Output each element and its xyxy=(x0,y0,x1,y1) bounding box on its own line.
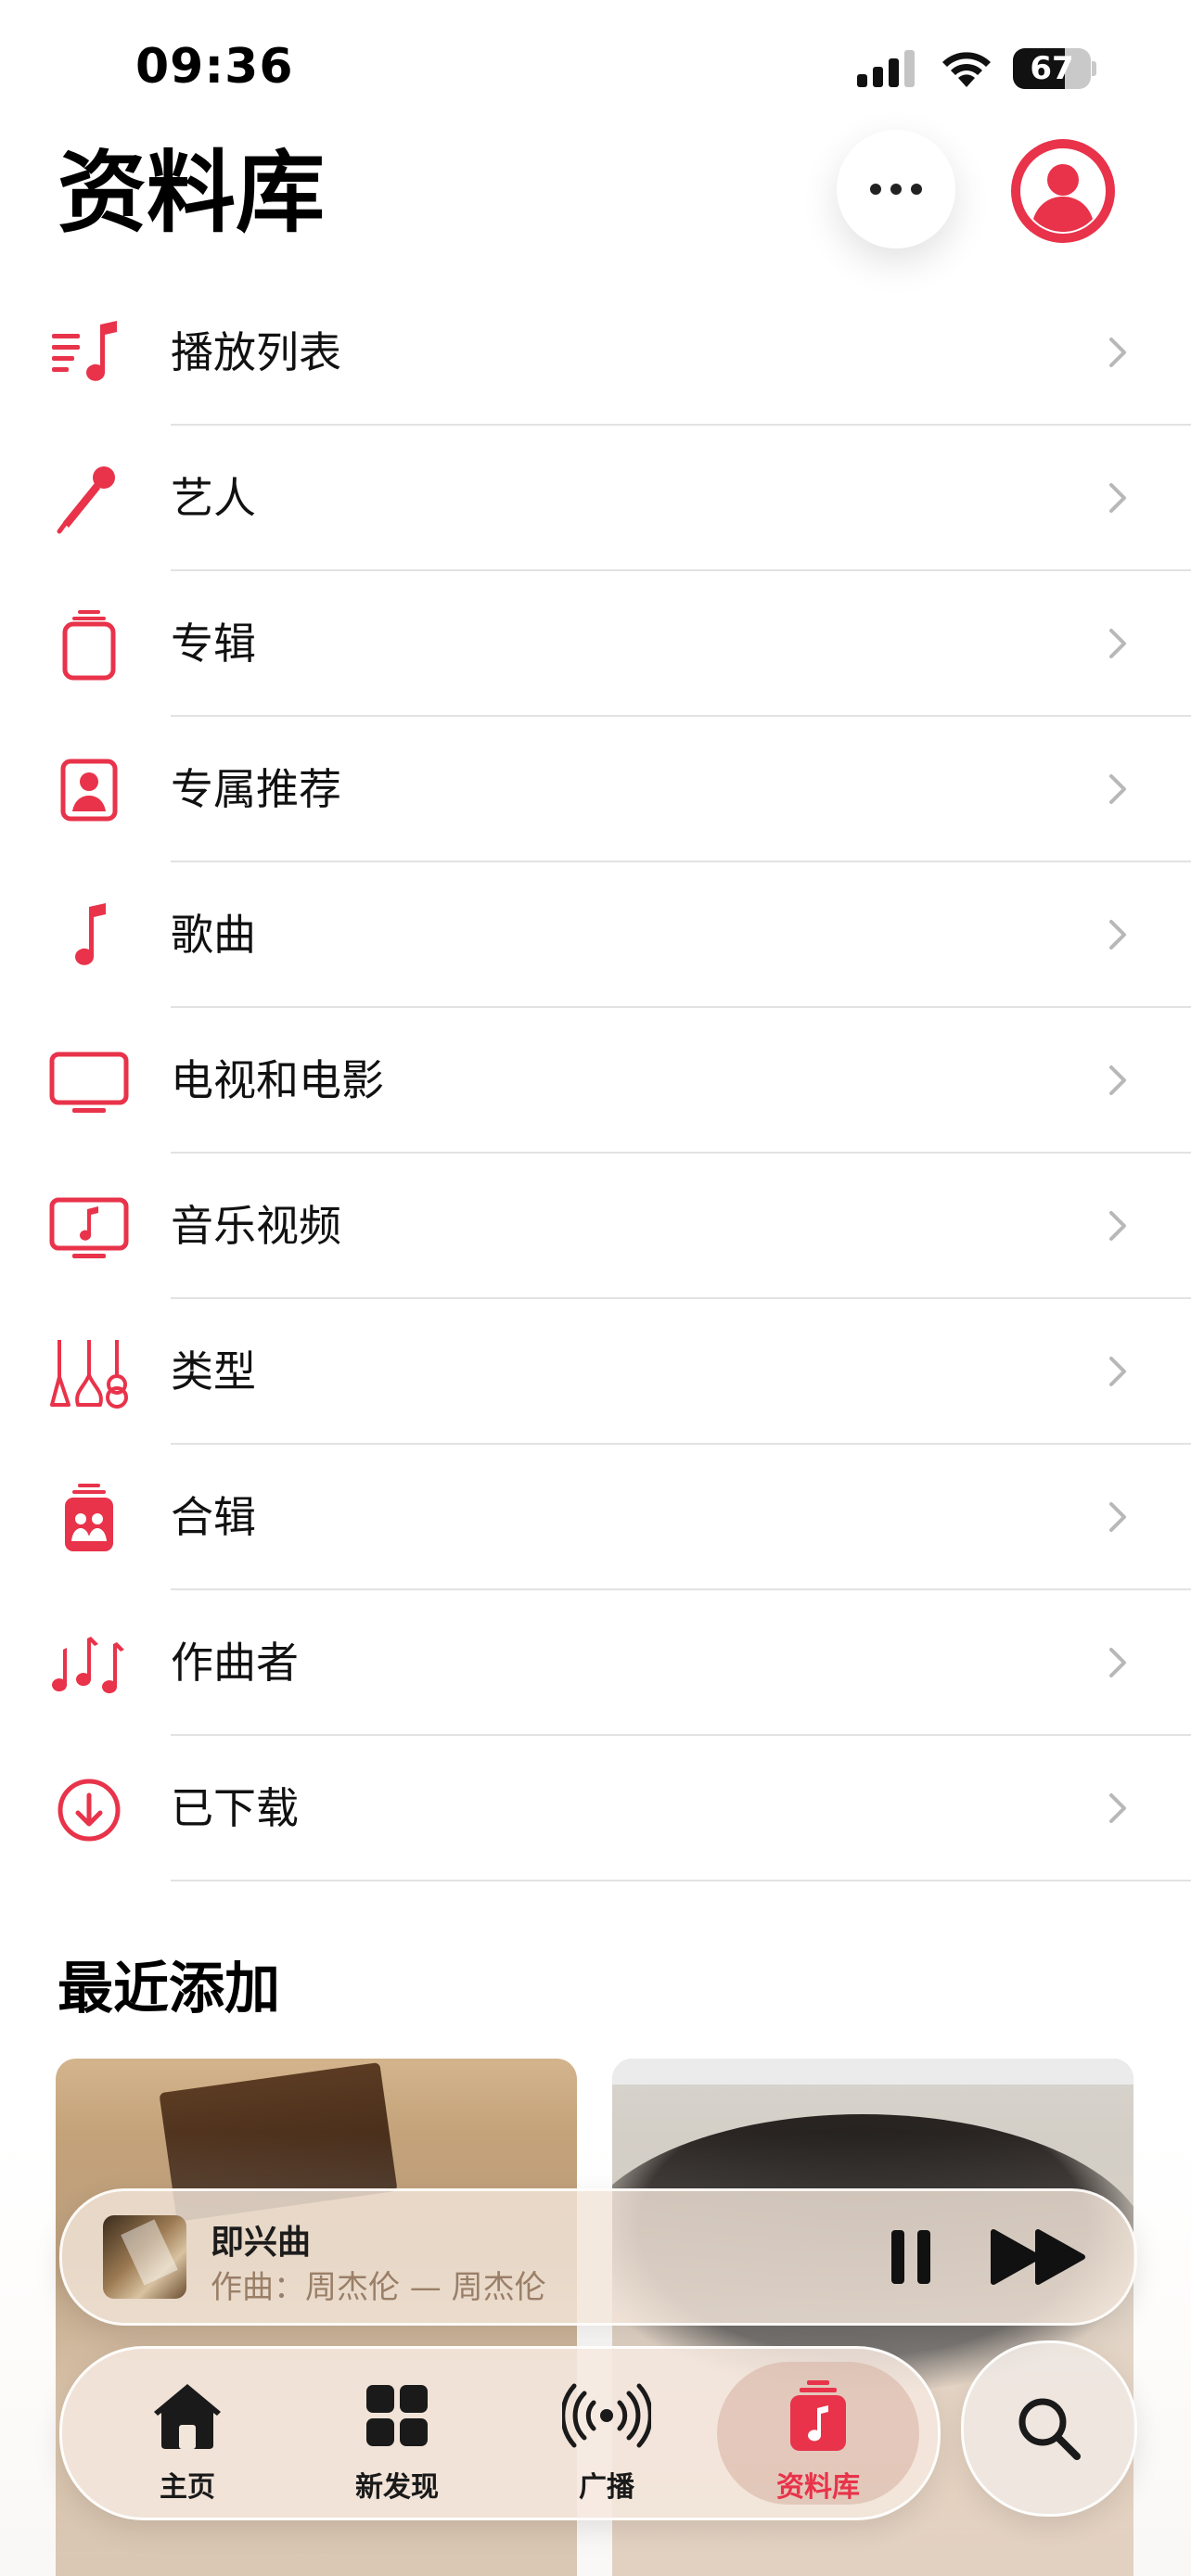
library-item-artists[interactable]: 艺人 xyxy=(0,426,1191,571)
download-circle-icon xyxy=(58,1779,121,1842)
chevron-right-icon xyxy=(1109,920,1126,950)
library-item-label: 作曲者 xyxy=(171,1638,299,1688)
status-time: 09:36 xyxy=(135,39,294,95)
library-item-label: 已下载 xyxy=(171,1783,299,1833)
recently-added-heading: 最近添加 xyxy=(58,1957,280,2021)
cellular-signal-icon xyxy=(857,50,915,87)
grid-icon xyxy=(366,2385,428,2446)
library-item-composers[interactable]: 作曲者 xyxy=(0,1590,1191,1736)
tab-bar: 主页 新发现 广播 资料库 xyxy=(59,2346,941,2520)
tab-label: 主页 xyxy=(160,2471,215,2504)
library-item-label: 合辑 xyxy=(171,1492,256,1542)
library-item-playlists[interactable]: 播放列表 xyxy=(0,280,1191,426)
library-item-label: 电视和电影 xyxy=(171,1055,384,1105)
library-item-label: 类型 xyxy=(171,1346,256,1396)
library-item-made-for-you[interactable]: 专属推荐 xyxy=(0,717,1191,862)
tab-label: 新发现 xyxy=(355,2471,439,2504)
now-playing-artwork xyxy=(103,2215,186,2299)
battery-icon: 67 xyxy=(1013,48,1096,89)
more-options-button[interactable] xyxy=(837,130,955,249)
library-item-label: 艺人 xyxy=(171,473,256,523)
tab-discover[interactable]: 新发现 xyxy=(290,2349,504,2518)
album-stack-icon xyxy=(62,610,116,681)
chevron-right-icon xyxy=(1109,774,1126,804)
library-item-label: 播放列表 xyxy=(171,327,341,377)
home-icon xyxy=(154,2384,221,2449)
chevron-right-icon xyxy=(1109,1793,1126,1823)
status-bar: 09:36 67 xyxy=(0,0,1191,139)
library-item-label: 歌曲 xyxy=(171,910,256,960)
wifi-icon xyxy=(942,52,991,87)
tab-library[interactable]: 资料库 xyxy=(702,2349,934,2518)
separator xyxy=(171,1880,1191,1881)
music-video-icon xyxy=(49,1197,129,1258)
page-title: 资料库 xyxy=(58,141,325,245)
library-item-music-videos[interactable]: 音乐视频 xyxy=(0,1154,1191,1299)
chevron-right-icon xyxy=(1109,483,1126,513)
broadcast-icon xyxy=(562,2383,651,2448)
chevron-right-icon xyxy=(1109,1648,1126,1677)
chevron-right-icon xyxy=(1109,1357,1126,1386)
library-icon xyxy=(790,2380,846,2451)
search-button[interactable] xyxy=(961,2340,1137,2517)
microphone-icon xyxy=(57,466,115,534)
tab-label: 广播 xyxy=(579,2471,634,2504)
skip-forward-button[interactable] xyxy=(988,2225,1090,2289)
library-item-label: 专属推荐 xyxy=(171,764,341,814)
guitars-icon xyxy=(50,1340,128,1409)
library-item-label: 专辑 xyxy=(171,618,256,669)
library-item-downloaded[interactable]: 已下载 xyxy=(0,1736,1191,1881)
now-playing-title: 即兴曲 xyxy=(211,2224,312,2262)
now-playing-bar[interactable]: 即兴曲 作曲：周杰伦 — 周杰伦 xyxy=(59,2188,1137,2326)
person-square-icon xyxy=(60,759,118,822)
music-notes-icon xyxy=(52,1637,124,1694)
ellipsis-icon xyxy=(870,184,881,195)
pause-button[interactable] xyxy=(878,2225,943,2289)
tab-label: 资料库 xyxy=(776,2471,860,2504)
library-item-genres[interactable]: 类型 xyxy=(0,1299,1191,1445)
chevron-right-icon xyxy=(1109,1502,1126,1532)
library-item-label: 音乐视频 xyxy=(171,1201,341,1251)
chevron-right-icon xyxy=(1109,338,1126,367)
battery-percentage: 67 xyxy=(1030,50,1074,87)
now-playing-subtitle: 作曲：周杰伦 — 周杰伦 xyxy=(211,2269,546,2306)
library-list: 播放列表 艺人 专辑 专属推荐 歌曲 电视和电影 音乐视频 类型 合辑 作曲者 … xyxy=(0,280,1191,1881)
tv-icon xyxy=(49,1052,129,1113)
library-item-songs[interactable]: 歌曲 xyxy=(0,862,1191,1008)
library-item-tv-movies[interactable]: 电视和电影 xyxy=(0,1008,1191,1154)
chevron-right-icon xyxy=(1109,629,1126,658)
tab-radio[interactable]: 广播 xyxy=(500,2349,713,2518)
playlist-icon xyxy=(52,321,117,381)
chevron-right-icon xyxy=(1109,1065,1126,1095)
account-avatar-button[interactable] xyxy=(1009,137,1117,245)
search-icon xyxy=(1018,2398,1081,2460)
library-item-compilations[interactable]: 合辑 xyxy=(0,1445,1191,1590)
tab-home[interactable]: 主页 xyxy=(81,2349,294,2518)
chevron-right-icon xyxy=(1109,1211,1126,1241)
compilation-icon xyxy=(65,1484,113,1551)
library-item-albums[interactable]: 专辑 xyxy=(0,571,1191,717)
music-note-icon xyxy=(75,903,106,965)
